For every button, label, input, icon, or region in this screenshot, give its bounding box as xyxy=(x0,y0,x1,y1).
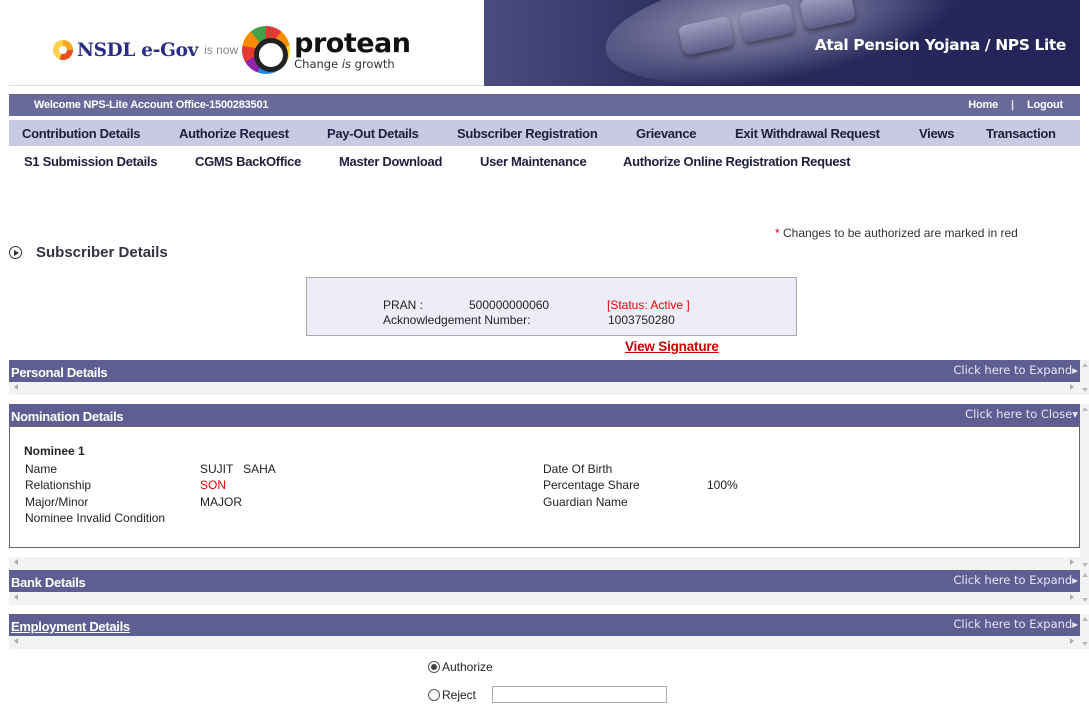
nsdl-logo-text: NSDL e-Gov xyxy=(77,39,199,61)
nominee-heading: Nominee 1 xyxy=(24,444,85,458)
name-label: Name xyxy=(25,462,58,476)
menu-authorize-request[interactable]: Authorize Request xyxy=(179,126,289,141)
pran-value: 500000000060 xyxy=(469,298,550,312)
horizontal-scrollbar[interactable] xyxy=(9,382,1080,395)
invalid-condition-label: Nominee Invalid Condition xyxy=(25,511,166,525)
welcome-message: Welcome NPS-Lite Account Office-15002835… xyxy=(34,99,269,111)
menu-s1-submission-details[interactable]: S1 Submission Details xyxy=(24,154,157,169)
section-title: Subscriber Details xyxy=(36,244,168,261)
reject-radio[interactable] xyxy=(428,688,440,701)
menu-cgms-backoffice[interactable]: CGMS BackOffice xyxy=(195,154,301,169)
menu-master-download[interactable]: Master Download xyxy=(339,154,442,169)
guardian-name-label: Guardian Name xyxy=(543,495,628,509)
dob-label: Date Of Birth xyxy=(543,462,613,476)
welcome-bar: Welcome NPS-Lite Account Office-15002835… xyxy=(9,94,1080,116)
reject-option[interactable]: Reject xyxy=(428,686,668,703)
employment-details-header[interactable]: Employment Details Click here to Expand▸ xyxy=(9,614,1080,636)
vertical-scrollbar[interactable] xyxy=(1080,360,1089,395)
reject-label: Reject xyxy=(442,687,477,702)
brand-logos: NSDL e-Gov is now protean Change is grow… xyxy=(53,26,411,74)
menu-exit-withdrawal-request[interactable]: Exit Withdrawal Request xyxy=(735,126,880,141)
horizontal-scrollbar[interactable] xyxy=(9,557,1080,570)
primary-menu: Contribution Details Authorize Request P… xyxy=(9,120,1080,146)
protean-tagline: Change is growth xyxy=(294,56,395,71)
authorize-label: Authorize xyxy=(442,660,493,674)
banner: Atal Pension Yojana / NPS Lite xyxy=(484,0,1080,86)
pran-label: PRAN : xyxy=(383,298,424,312)
nomination-details-header[interactable]: Nomination Details Click here to Close▾ xyxy=(9,404,1080,426)
home-link[interactable]: Home xyxy=(968,99,998,111)
percentage-share-value: 100% xyxy=(707,478,738,492)
expand-link[interactable]: Click here to Expand▸ xyxy=(953,363,1078,377)
vertical-scrollbar[interactable] xyxy=(1080,614,1089,649)
is-now-text: is now xyxy=(204,43,239,57)
relationship-value: SON xyxy=(200,478,227,492)
name-value: SUJIT SAHA xyxy=(200,462,276,476)
protean-logo-icon xyxy=(242,26,291,74)
nomination-details-body: Nominee 1 Name SUJIT SAHA Relationship S… xyxy=(9,426,1080,548)
protean-wordmark: protean Change is growth xyxy=(294,27,411,71)
pran-info-box: PRAN : 500000000060 [Status: Active ] Ac… xyxy=(306,277,797,336)
protean-name: protean xyxy=(294,27,411,59)
logo-area: NSDL e-Gov is now protean Change is grow… xyxy=(9,0,484,86)
horizontal-scrollbar[interactable] xyxy=(9,592,1080,605)
vertical-scrollbar[interactable] xyxy=(1080,570,1089,605)
percentage-share-label: Percentage Share xyxy=(543,478,640,492)
panel-title[interactable]: Employment Details xyxy=(11,619,130,634)
menu-transaction[interactable]: Transaction xyxy=(986,126,1056,141)
menu-payout-details[interactable]: Pay-Out Details xyxy=(327,126,419,141)
logout-link[interactable]: Logout xyxy=(1027,99,1063,111)
arrow-circle-icon xyxy=(9,246,22,259)
expand-link[interactable]: Click here to Expand▸ xyxy=(953,573,1078,587)
menu-grievance[interactable]: Grievance xyxy=(636,126,696,141)
authorize-option[interactable]: Authorize xyxy=(428,660,493,674)
nsdl-logo-icon xyxy=(53,40,73,60)
banner-title: Atal Pension Yojana / NPS Lite xyxy=(814,36,1067,54)
header: NSDL e-Gov is now protean Change is grow… xyxy=(9,0,1080,86)
major-minor-label: Major/Minor xyxy=(25,495,89,509)
ack-label: Acknowledgement Number: xyxy=(383,313,531,327)
close-link[interactable]: Click here to Close▾ xyxy=(965,407,1078,421)
status-badge: [Status: Active ] xyxy=(607,298,690,312)
secondary-menu: S1 Submission Details CGMS BackOffice Ma… xyxy=(9,150,1080,172)
relationship-label: Relationship xyxy=(25,478,92,492)
panel-title: Bank Details xyxy=(11,575,86,590)
menu-views[interactable]: Views xyxy=(919,126,954,141)
menu-authorize-online-registration[interactable]: Authorize Online Registration Request xyxy=(623,154,851,169)
view-signature-link[interactable]: View Signature xyxy=(625,339,719,354)
personal-details-header[interactable]: Personal Details Click here to Expand▸ xyxy=(9,360,1080,382)
subscriber-details-heading: Subscriber Details xyxy=(9,244,168,261)
authorize-radio[interactable] xyxy=(428,661,440,673)
reject-reason-input[interactable] xyxy=(492,686,668,703)
menu-user-maintenance[interactable]: User Maintenance xyxy=(480,154,587,169)
changes-note: * Changes to be authorized are marked in… xyxy=(775,226,1018,240)
vertical-scrollbar[interactable] xyxy=(1080,404,1089,570)
panel-title: Personal Details xyxy=(11,365,108,380)
menu-contribution-details[interactable]: Contribution Details xyxy=(22,126,141,141)
expand-link[interactable]: Click here to Expand▸ xyxy=(953,617,1078,631)
panel-title: Nomination Details xyxy=(11,409,124,424)
nav-separator: | xyxy=(1011,99,1014,111)
horizontal-scrollbar[interactable] xyxy=(9,636,1080,649)
menu-subscriber-registration[interactable]: Subscriber Registration xyxy=(457,126,598,141)
ack-value: 1003750280 xyxy=(608,313,675,327)
major-minor-value: MAJOR xyxy=(200,495,242,509)
bank-details-header[interactable]: Bank Details Click here to Expand▸ xyxy=(9,570,1080,592)
